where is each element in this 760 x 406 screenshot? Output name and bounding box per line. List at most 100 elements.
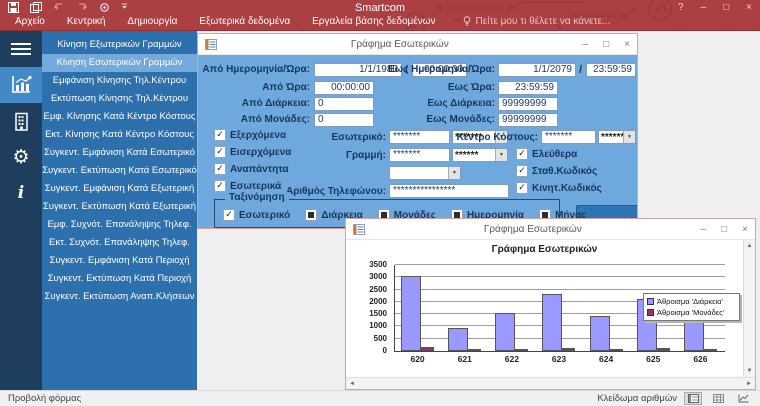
x-category-label: 623: [535, 354, 582, 364]
checkbox-box: ✓: [214, 129, 226, 141]
lightbulb-icon: [463, 16, 471, 27]
line-combo[interactable]: ******▼: [452, 148, 508, 162]
bar-monades[interactable]: [657, 348, 670, 351]
dropdown-arrow-icon[interactable]: ▼: [448, 167, 460, 179]
sidebar-item[interactable]: Εμφ. Συχνότ. Επανάληψης Τηλεφ.: [42, 216, 197, 234]
bar-diarkeia[interactable]: [542, 294, 562, 351]
scroll-left-icon[interactable]: ◄: [349, 381, 355, 387]
close-button[interactable]: ×: [746, 1, 752, 14]
bar-monades[interactable]: [704, 349, 717, 351]
tell-me-box[interactable]: Πείτε μου τι θέλετε να κάνετε...: [463, 16, 611, 27]
chart-restore-button[interactable]: □: [721, 224, 727, 235]
bar-diarkeia[interactable]: [590, 316, 610, 351]
form-window-titlebar[interactable]: Γράφημα Εσωτερικών – □ ×: [198, 34, 637, 55]
sidebar-item[interactable]: Συγκεντ. Εκτύπωση Κατά Εσωτερικό: [42, 162, 197, 180]
range-to-input[interactable]: 99999999: [498, 97, 558, 111]
sort-option[interactable]: ✓Εσωτερικό: [223, 209, 290, 221]
datasheet-view-button[interactable]: [709, 392, 727, 405]
form-restore-button[interactable]: □: [603, 39, 609, 50]
line-input[interactable]: *******: [389, 148, 450, 162]
sidebar-item[interactable]: Εκτ. Συχνότ. Επανάληψης Τηλεφ.: [42, 234, 197, 252]
ribbon-tab-3[interactable]: Εξωτερικά δεδομένα: [188, 13, 301, 30]
ribbon-tab-2[interactable]: Δημιουργία: [116, 13, 188, 30]
horizontal-scrollbar[interactable]: ◄ ►: [346, 377, 755, 389]
cost-center-combo[interactable]: ******▼: [598, 130, 636, 144]
hamburger-menu-icon[interactable]: [0, 31, 42, 67]
bar-diarkeia[interactable]: [401, 276, 421, 351]
ribbon-tab-1[interactable]: Κεντρική: [56, 13, 117, 30]
sidebar-item[interactable]: Εμφάνιση Κίνησης Τηλ.Κέντρου: [42, 72, 197, 90]
code-checkbox[interactable]: ✓Κινητ.Κωδικός: [516, 182, 602, 194]
building-section-icon[interactable]: [0, 103, 42, 139]
field-label: Εως Διάρκεια:: [348, 98, 495, 110]
chart-legend: Άθροισμα 'Διάρκεια'Άθροισμα 'Μονάδες': [643, 293, 740, 321]
dropdown-arrow-icon[interactable]: ▼: [623, 131, 635, 143]
sidebar-item[interactable]: Εκτ. Κίνησης Κατά Κέντρο Κόστους: [42, 126, 197, 144]
sidebar-item[interactable]: Συγκεντ. Εμφάνιση Κατά Εσωτερικό: [42, 144, 197, 162]
minimize-button[interactable]: –: [701, 1, 707, 14]
chart-window-titlebar[interactable]: Γράφημα Εσωτερικών – □ ×: [346, 219, 755, 240]
sidebar-item[interactable]: Κίνηση Εξωτερικών Γραμμών: [42, 36, 197, 54]
combo-value: ******: [599, 131, 623, 143]
touch-mode-icon[interactable]: [99, 2, 110, 13]
range-to-input[interactable]: 23:59:59: [498, 81, 558, 95]
sidebar-item[interactable]: Εμφ. Κίνησης Κατά Κέντρο Κόστους: [42, 108, 197, 126]
sidebar-item[interactable]: Συγκεντ. Εμφάνιση Κατά Εξωτερική: [42, 180, 197, 198]
date-to-input[interactable]: 1/1/2079: [498, 63, 576, 77]
extra-combo[interactable]: ▼: [389, 166, 461, 180]
checkbox-box: ✓: [516, 182, 528, 194]
form-close-button[interactable]: ×: [624, 39, 630, 50]
code-checkbox[interactable]: ✓Σταθ.Κωδικός: [516, 165, 597, 177]
cost-center-input[interactable]: *******: [541, 130, 596, 144]
form-properties-icon[interactable]: [30, 2, 42, 13]
restore-button[interactable]: □: [723, 1, 729, 14]
sidebar-item[interactable]: Συγκεντ. Εμφάνιση Κατά Περιοχή: [42, 252, 197, 270]
bar-monades[interactable]: [610, 349, 623, 351]
sidebar-item[interactable]: Εκτύπωση Κίνησης Τηλ.Κέντρου: [42, 90, 197, 108]
chart-view-button[interactable]: [734, 392, 752, 405]
ribbon-tab-4[interactable]: Εργαλεία βάσης δεδομένων: [301, 13, 446, 30]
bar-monades[interactable]: [562, 348, 575, 351]
help-button[interactable]: ?: [678, 1, 684, 14]
field-label: Γραμμή:: [258, 150, 386, 162]
checkbox-box: ✓: [214, 146, 226, 158]
bar-monades[interactable]: [468, 349, 481, 351]
chart-x-axis: 620621622623624625626: [394, 354, 724, 364]
info-section-icon[interactable]: i: [0, 175, 42, 211]
scroll-up-icon[interactable]: ▲: [747, 243, 753, 249]
gear-settings-icon[interactable]: ⚙: [0, 139, 42, 175]
call-type-checkbox[interactable]: ✓Αναπάντητα: [214, 163, 289, 175]
code-checkbox[interactable]: ✓Ελεύθερα: [516, 148, 577, 160]
chart-window-controls: – □ ×: [701, 224, 748, 235]
dropdown-arrow-icon[interactable]: ▼: [495, 149, 507, 161]
bar-monades[interactable]: [421, 347, 434, 351]
bar-group: [395, 265, 442, 351]
chart-close-button[interactable]: ×: [742, 224, 748, 235]
sidebar-item[interactable]: Συγκεντ. Εκτύπωση Κατά Εξωτερική: [42, 198, 197, 216]
chart-minimize-button[interactable]: –: [701, 224, 707, 235]
sidebar-item[interactable]: Κίνηση Εσωτερικών Γραμμών: [42, 54, 197, 72]
scroll-down-icon[interactable]: ▼: [747, 368, 753, 374]
form-minimize-button[interactable]: –: [583, 39, 589, 50]
range-to-input[interactable]: 99999999: [498, 113, 558, 127]
y-tick-label: 0: [383, 346, 387, 355]
undo-icon[interactable]: [53, 2, 65, 13]
qat-customize-icon[interactable]: [121, 3, 128, 12]
vertical-scrollbar[interactable]: ▲ ▼: [743, 240, 755, 377]
phone-number-input[interactable]: ****************: [389, 184, 509, 198]
form-view-button[interactable]: [684, 392, 702, 405]
bar-monades[interactable]: [515, 349, 528, 351]
scroll-right-icon[interactable]: ►: [746, 381, 752, 387]
time-to-input[interactable]: 23:59:59: [586, 63, 636, 77]
save-icon[interactable]: [8, 2, 19, 13]
chart-section-icon[interactable]: [0, 67, 42, 103]
form-window-title: Γράφημα Εσωτερικών: [223, 39, 577, 50]
legend-key-icon: [647, 309, 654, 316]
redo-icon[interactable]: [76, 2, 88, 13]
ribbon-tab-0[interactable]: Αρχείο: [4, 13, 56, 30]
sidebar-item[interactable]: Συγκεντ. Εκτύπωση Κατά Περιοχή: [42, 270, 197, 288]
bar-diarkeia[interactable]: [495, 313, 515, 351]
bar-diarkeia[interactable]: [448, 328, 468, 351]
sidebar-item[interactable]: Συγκεντ. Εκτύπωση Αναπ.Κλήσεων: [42, 288, 197, 306]
field-label: Κέντρο Κόστους:: [426, 132, 538, 144]
